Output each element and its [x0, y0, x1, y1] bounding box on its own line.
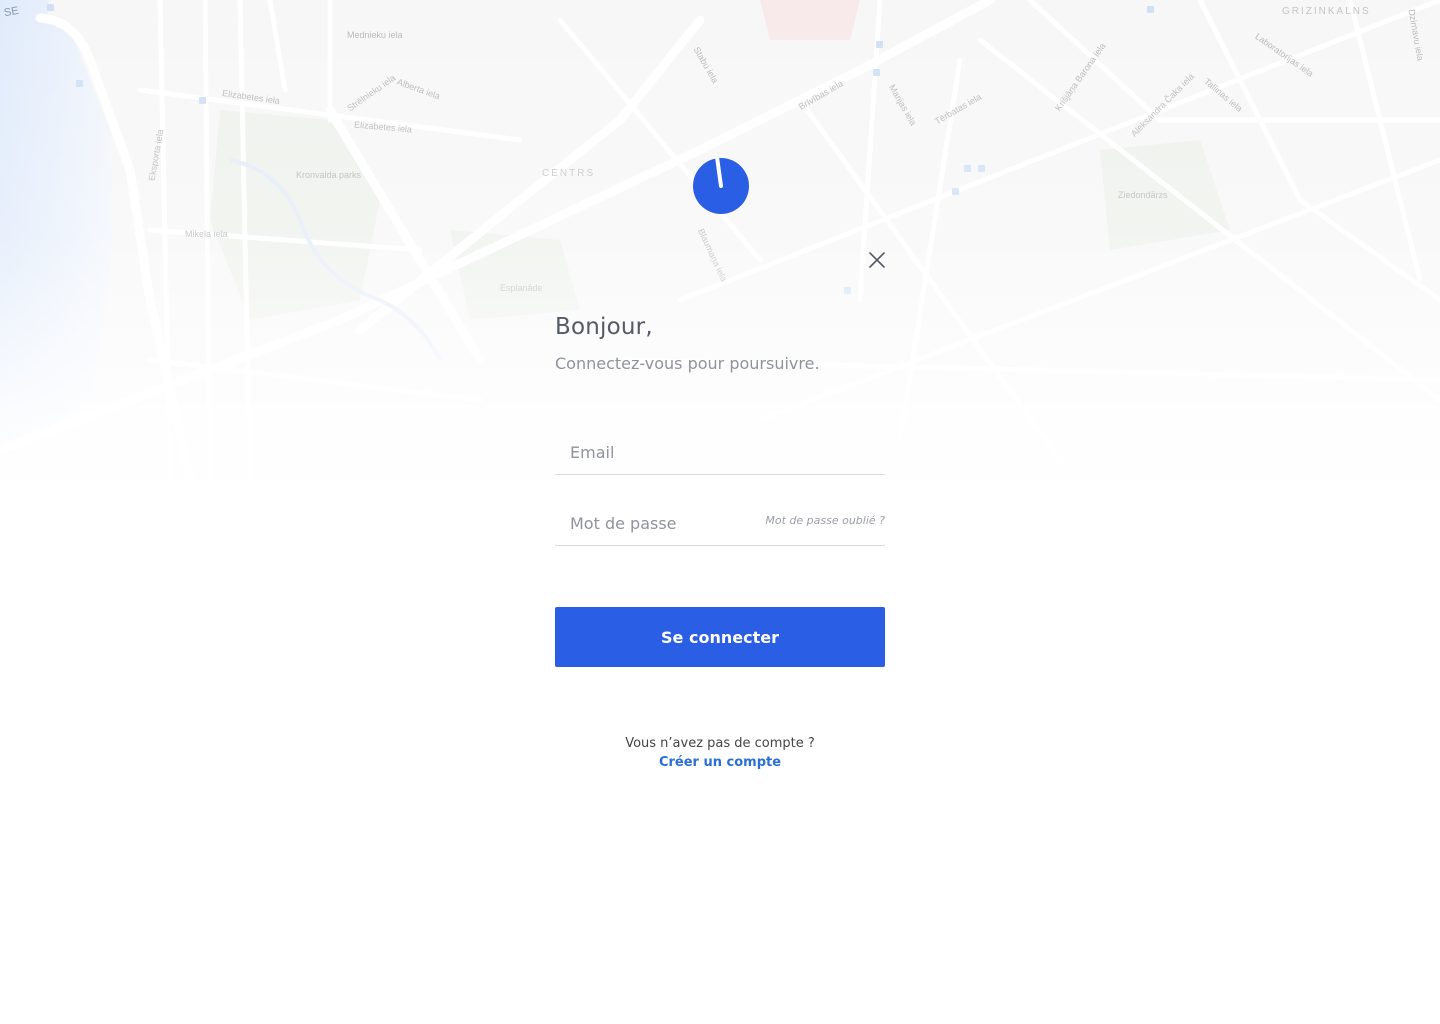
map-label: Mednieku iela [347, 30, 403, 40]
map-label: Kronvalda parks [296, 170, 362, 180]
create-account-link[interactable]: Créer un compte [555, 755, 885, 770]
password-field: Mot de passe oublié ? [555, 502, 885, 546]
email-field [555, 431, 885, 475]
map-label: GRIZINKALNS [1282, 6, 1371, 17]
map-label: Esplanāde [500, 283, 543, 293]
map-label: SE [3, 4, 20, 20]
login-page: Mednieku iela Elizabetes iela Alberta ie… [0, 0, 1440, 1024]
greeting-title: Bonjour, [555, 314, 653, 340]
map-label: Mikela iela [185, 229, 228, 239]
email-input[interactable] [555, 431, 885, 474]
close-icon[interactable] [866, 249, 888, 271]
no-account-text: Vous n’avez pas de compte ? [625, 736, 815, 751]
login-button[interactable]: Se connecter [555, 607, 885, 667]
logo-icon [693, 157, 749, 214]
map-label: CENTRS [542, 168, 596, 179]
forgot-password-link[interactable]: Mot de passe oublié ? [765, 514, 885, 527]
map-label: Ziedondārzs [1118, 190, 1168, 200]
login-subtitle: Connectez-vous pour poursuivre. [555, 354, 820, 373]
